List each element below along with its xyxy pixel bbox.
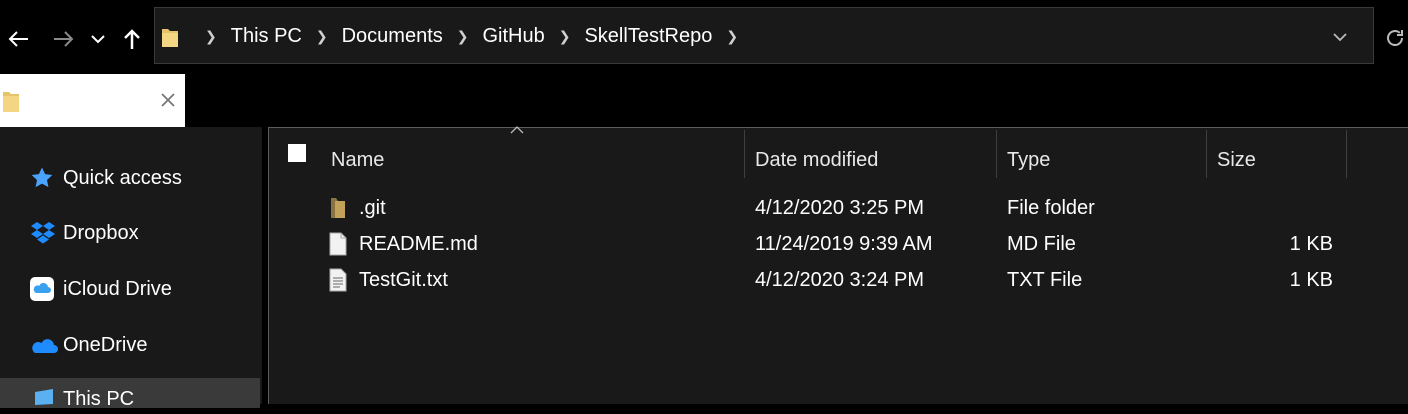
file-name: TestGit.txt <box>359 268 448 291</box>
breadcrumb-this-pc[interactable]: This PC <box>227 25 306 48</box>
file-name: README.md <box>359 232 478 255</box>
forward-arrow-icon <box>54 31 74 47</box>
dropbox-icon <box>30 220 60 246</box>
close-icon <box>161 93 175 107</box>
sidebar-item-onedrive[interactable]: OneDrive <box>30 330 147 360</box>
breadcrumb-skelltestrepo[interactable]: SkellTestRepo <box>580 25 716 48</box>
column-header-date-modified[interactable]: Date modified <box>755 140 995 180</box>
table-row[interactable]: TestGit.txt 4/12/2020 3:24 PM TXT File 1… <box>269 262 1408 298</box>
column-divider[interactable] <box>744 130 745 178</box>
back-button[interactable] <box>4 20 32 58</box>
chevron-right-icon: ❯ <box>205 28 217 44</box>
sidebar-item-label: iCloud Drive <box>63 277 172 300</box>
file-size <box>1217 190 1333 226</box>
address-history-button[interactable] <box>1325 8 1355 65</box>
table-row[interactable]: .git 4/12/2020 3:25 PM File folder <box>269 190 1408 226</box>
file-date: 11/24/2019 9:39 AM <box>755 232 933 255</box>
sort-ascending-icon <box>510 126 524 134</box>
sidebar-item-this-pc[interactable]: This PC <box>30 384 134 414</box>
chevron-right-icon[interactable]: ❯ <box>447 28 479 45</box>
sidebar-item-label: Quick access <box>63 166 182 189</box>
breadcrumb-documents[interactable]: Documents <box>338 25 447 48</box>
table-row[interactable]: README.md 11/24/2019 9:39 AM MD File 1 K… <box>269 226 1408 262</box>
chevron-down-icon <box>91 35 105 44</box>
chevron-right-icon[interactable]: ❯ <box>549 28 581 45</box>
sidebar-item-label: This PC <box>63 387 135 410</box>
column-divider[interactable] <box>1206 130 1207 178</box>
address-bar[interactable]: ❯ This PC ❯ Documents ❯ GitHub ❯ SkellTe… <box>154 7 1374 64</box>
sidebar-item-quick-access[interactable]: Quick access <box>30 163 182 193</box>
column-divider[interactable] <box>996 130 997 178</box>
column-header-type[interactable]: Type <box>1007 140 1207 180</box>
chevron-right-icon[interactable]: ❯ <box>306 28 338 45</box>
file-type: File folder <box>1007 196 1095 219</box>
file-size: 1 KB <box>1289 268 1333 291</box>
sidebar-item-label: Dropbox <box>63 221 139 244</box>
forward-button[interactable] <box>50 20 78 58</box>
column-header-size[interactable]: Size <box>1217 140 1337 180</box>
column-header-label: Date modified <box>755 148 879 171</box>
sidebar-item-icloud-drive[interactable]: iCloud Drive <box>30 274 172 304</box>
file-icon <box>329 226 347 262</box>
file-type: TXT File <box>1007 268 1083 291</box>
up-button[interactable] <box>118 20 146 58</box>
recent-locations-button[interactable] <box>88 20 108 58</box>
back-arrow-icon <box>8 31 28 47</box>
refresh-icon <box>1387 30 1403 46</box>
column-header-label: Type <box>1007 148 1051 171</box>
breadcrumb-github[interactable]: GitHub <box>478 25 548 48</box>
up-arrow-icon <box>124 29 140 49</box>
select-all-checkbox[interactable] <box>288 144 306 162</box>
chevron-right-icon[interactable]: ❯ <box>716 28 748 45</box>
sidebar-item-label: OneDrive <box>63 333 148 356</box>
column-header-label: Size <box>1217 148 1256 171</box>
folder-icon <box>329 190 347 226</box>
file-name: .git <box>359 196 386 219</box>
column-header-name[interactable]: Name <box>331 140 741 180</box>
file-type: MD File <box>1007 232 1076 255</box>
folder-icon <box>3 92 19 112</box>
refresh-button[interactable] <box>1384 20 1408 56</box>
folder-icon <box>162 29 178 47</box>
column-header-label: Name <box>331 148 385 171</box>
close-tab-button[interactable] <box>158 90 178 110</box>
onedrive-icon <box>30 332 60 358</box>
file-list: Name Date modified Type Size .git 4/12/2… <box>268 126 1408 404</box>
star-icon <box>30 165 60 191</box>
file-date: 4/12/2020 3:24 PM <box>755 268 925 291</box>
text-file-icon <box>329 262 347 298</box>
file-date: 4/12/2020 3:25 PM <box>755 196 925 219</box>
location-tab[interactable] <box>0 74 185 127</box>
computer-icon <box>30 386 60 412</box>
breadcrumb: ❯ This PC ❯ Documents ❯ GitHub ❯ SkellTe… <box>195 8 748 65</box>
icloud-icon <box>30 276 60 302</box>
sidebar-item-dropbox[interactable]: Dropbox <box>30 218 139 248</box>
column-divider[interactable] <box>1346 130 1347 178</box>
file-size: 1 KB <box>1289 232 1333 255</box>
chevron-down-icon <box>1333 32 1347 41</box>
